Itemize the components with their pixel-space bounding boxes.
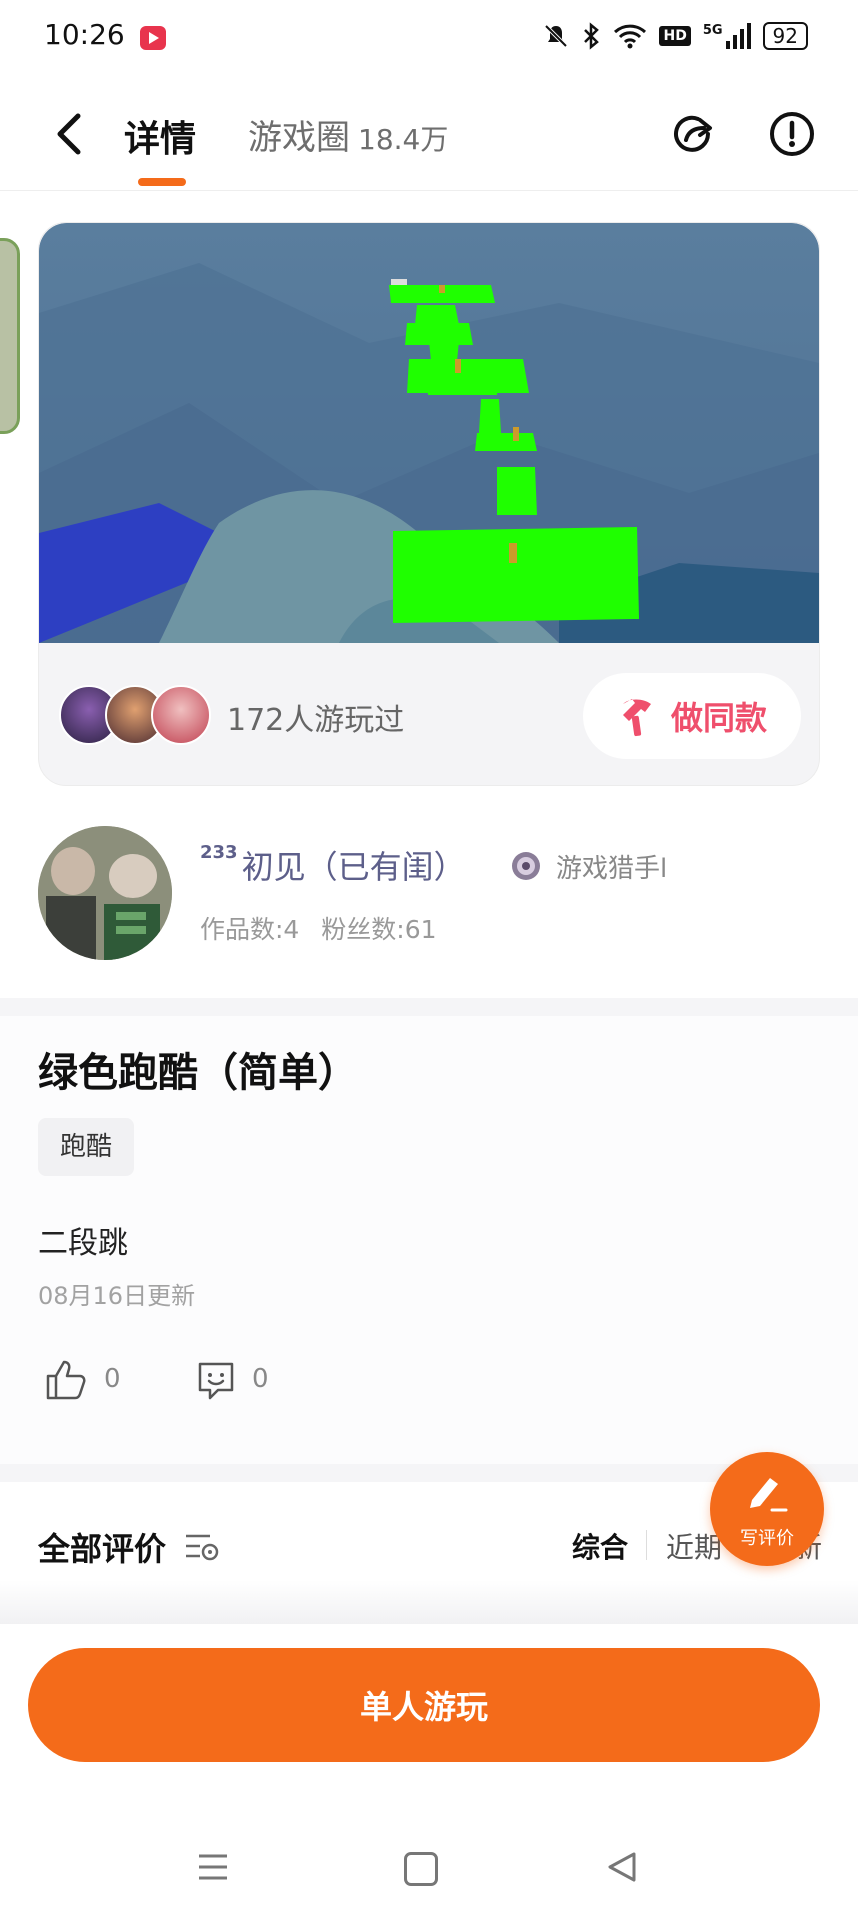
reviews-title: 全部评价 xyxy=(38,1530,167,1568)
author-avatar[interactable] xyxy=(38,826,172,960)
battery-indicator: 92 xyxy=(762,22,808,50)
status-icons: HD 5G 92 xyxy=(543,22,808,50)
game-preview-image[interactable] xyxy=(39,223,819,643)
status-time: 10:26 xyxy=(44,18,125,51)
game-title: 绿色跑酷（简单） xyxy=(38,1050,358,1096)
sort-separator xyxy=(646,1530,647,1560)
player-avatar xyxy=(151,685,211,745)
comment-count: 0 xyxy=(252,1364,269,1394)
like-count: 0 xyxy=(104,1364,121,1394)
game-preview-card: 172人游玩过 做同款 xyxy=(38,222,820,786)
hammer-icon xyxy=(622,699,651,737)
app-notification-icon xyxy=(140,26,166,50)
make-same-label: 做同款 xyxy=(670,699,767,737)
tab-game-circle[interactable]: 游戏圈 18.4万 xyxy=(248,110,448,159)
player-avatars xyxy=(59,685,219,745)
single-play-button[interactable]: 单人游玩 xyxy=(28,1648,820,1762)
header-divider xyxy=(0,190,858,191)
game-description: 二段跳 xyxy=(38,1226,128,1261)
author-stats: 作品数:4 粉丝数:61 xyxy=(200,910,437,946)
write-review-label: 写评价 xyxy=(740,1528,794,1549)
sort-comprehensive[interactable]: 综合 xyxy=(572,1526,628,1566)
wifi-icon xyxy=(614,24,647,49)
section-divider xyxy=(0,998,858,1016)
works-count: 作品数:4 xyxy=(200,915,300,944)
floating-side-tab[interactable] xyxy=(0,238,20,434)
write-review-button[interactable]: 写评价 xyxy=(710,1452,824,1566)
update-date: 08月16日更新 xyxy=(38,1282,196,1310)
author-level: 233 xyxy=(200,842,238,863)
game-tag[interactable]: 跑酷 xyxy=(38,1118,135,1176)
comment-icon[interactable] xyxy=(194,1358,238,1402)
filter-icon[interactable] xyxy=(184,1530,220,1564)
5g-signal-icon: 5G xyxy=(703,23,751,49)
share-icon[interactable] xyxy=(668,108,720,160)
author-avatar-image xyxy=(38,826,172,960)
hd-icon: HD xyxy=(659,26,691,46)
tab-detail[interactable]: 详情 xyxy=(124,110,196,162)
bluetooth-icon xyxy=(584,22,600,50)
back-arrow-icon[interactable] xyxy=(50,110,90,158)
tab-game-circle-label: 游戏圈 xyxy=(248,118,350,158)
author-badge-label: 游戏猎手l xyxy=(556,854,668,884)
report-icon[interactable] xyxy=(766,108,818,160)
fans-count: 粉丝数:61 xyxy=(321,915,437,944)
author-name[interactable]: 233 初见（已有闺） xyxy=(200,842,466,888)
played-count: 172人游玩过 xyxy=(227,703,405,738)
thumbs-up-icon[interactable] xyxy=(44,1358,88,1402)
network-label: 5G xyxy=(702,23,723,38)
home-icon[interactable] xyxy=(404,1852,438,1886)
author-name-text: 初见（已有闺） xyxy=(241,848,466,886)
make-same-button[interactable]: 做同款 xyxy=(583,673,801,759)
menu-icon[interactable] xyxy=(196,1850,230,1884)
active-tab-indicator xyxy=(138,178,186,186)
hunter-badge-icon xyxy=(512,852,540,880)
mute-bell-icon xyxy=(545,24,568,48)
scroll-fade xyxy=(0,1580,858,1624)
tab-game-circle-count: 18.4万 xyxy=(358,123,449,156)
nav-back-icon[interactable] xyxy=(606,1850,638,1884)
pencil-icon xyxy=(750,1478,788,1512)
